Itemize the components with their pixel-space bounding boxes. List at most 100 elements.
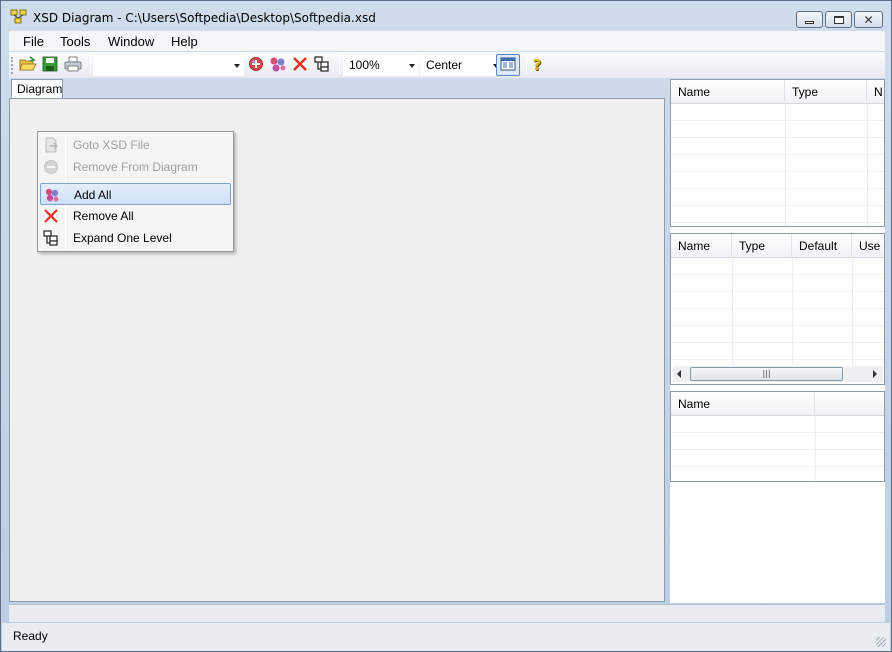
open-icon [19,55,37,75]
title-bar[interactable]: XSD Diagram - C:\Users\Softpedia\Desktop… [2,2,890,30]
grid-row [671,121,884,138]
right-panel: Name Type N Name Type Default Use ||| Na… [670,79,885,603]
properties-grid-header: Name Type N [671,80,884,104]
grid-row [671,138,884,155]
main-window: XSD Diagram - C:\Users\Softpedia\Desktop… [0,0,892,652]
remove-all-icon [43,208,59,224]
toolbar: 100% Center ? [9,52,885,78]
remove-all-icon [292,56,308,75]
context-menu-separator [68,180,231,181]
grid-divider [732,258,733,366]
context-item-label: Goto XSD File [73,138,150,152]
close-icon: ✕ [863,12,874,27]
context-item-label: Remove From Diagram [73,160,198,174]
column-header-type[interactable]: Type [785,80,867,104]
context-item-label: Remove All [73,209,134,223]
context-item-remove-from-diagram[interactable]: Remove From Diagram [40,156,231,178]
chevron-down-icon[interactable] [409,64,415,68]
maximize-icon [833,15,844,24]
column-header-name[interactable]: Name [671,234,732,258]
status-text: Ready [13,629,48,643]
grid-row [671,433,884,450]
scroll-right-icon[interactable] [873,370,877,378]
output-strip [9,604,885,622]
context-item-goto-xsd-file[interactable]: Goto XSD File [40,134,231,156]
app-icon [10,9,28,28]
context-item-remove-all[interactable]: Remove All [40,205,231,227]
add-icon [248,56,264,75]
toolbar-separator [90,57,91,74]
close-button[interactable]: ✕ [854,11,883,28]
layout-view-toggle[interactable] [496,54,520,76]
menu-tools[interactable]: Tools [60,33,90,50]
minimize-icon [805,20,814,24]
goto-file-icon [43,137,59,153]
column-header-name[interactable]: Name [671,392,815,416]
element-combo[interactable] [93,55,244,76]
alignment-value: Center [426,58,463,72]
toolbar-grip[interactable] [11,57,14,74]
grid-row [671,189,884,206]
context-item-label: Add All [74,188,112,202]
enumerations-grid[interactable]: Name [670,391,885,482]
horizontal-scrollbar[interactable]: ||| [673,366,883,382]
column-header-default[interactable]: Default [792,234,852,258]
column-header-use[interactable]: Use [852,234,884,258]
grid-row [671,206,884,223]
column-header-n[interactable]: N [867,80,884,104]
context-item-label: Expand One Level [73,231,172,245]
column-header-blank [815,392,884,416]
scrollbar-thumb[interactable]: ||| [690,367,843,381]
column-header-type[interactable]: Type [732,234,792,258]
grid-row [671,104,884,121]
column-header-name[interactable]: Name [671,80,785,104]
context-menu: Goto XSD File Remove From Diagram Add Al… [37,131,234,252]
menu-window[interactable]: Window [108,33,154,50]
chevron-down-icon[interactable] [234,64,240,68]
menu-help[interactable]: Help [171,33,198,50]
grid-row [671,416,884,433]
properties-grid[interactable]: Name Type N [670,79,885,227]
remove-from-diagram-icon [43,159,59,175]
expand-one-level-icon [43,230,59,246]
grid-row [671,172,884,189]
grid-divider [867,104,868,226]
expand-one-level-icon [314,55,330,75]
attributes-grid-header: Name Type Default Use [671,234,884,258]
grid-row [671,155,884,172]
menu-file[interactable]: File [23,33,44,50]
zoom-combo[interactable]: 100% [343,55,419,76]
context-item-add-all[interactable]: Add All [40,183,231,205]
grid-divider [815,416,816,481]
tab-diagram-label: Diagram [17,82,63,96]
grid-row [671,450,884,467]
attributes-grid[interactable]: Name Type Default Use ||| [670,233,885,385]
print-button[interactable] [63,55,83,75]
alignment-combo[interactable]: Center [420,55,503,76]
remove-all-button[interactable] [290,55,310,75]
add-button[interactable] [246,55,266,75]
add-all-icon [44,187,60,203]
menu-bar: File Tools Window Help [9,31,885,51]
grid-divider [852,258,853,366]
maximize-button[interactable] [825,11,852,28]
help-icon: ? [532,56,542,74]
enumerations-grid-header: Name [671,392,884,416]
open-button[interactable] [18,55,38,75]
add-all-button[interactable] [268,55,288,75]
resize-grip-icon[interactable] [876,637,886,647]
grid-divider [792,258,793,366]
scroll-left-icon[interactable] [677,370,681,378]
context-item-expand-one-level[interactable]: Expand One Level [40,227,231,249]
minimize-button[interactable] [796,11,823,28]
help-button[interactable]: ? [527,55,547,75]
save-icon [42,56,58,75]
window-title: XSD Diagram - C:\Users\Softpedia\Desktop… [33,11,376,25]
layout-view-icon [500,57,516,74]
save-button[interactable] [40,55,60,75]
expand-one-level-button[interactable] [312,55,332,75]
add-all-icon [269,56,287,75]
grid-divider [785,104,786,226]
tab-diagram[interactable]: Diagram [11,79,63,98]
zoom-value: 100% [349,58,380,72]
